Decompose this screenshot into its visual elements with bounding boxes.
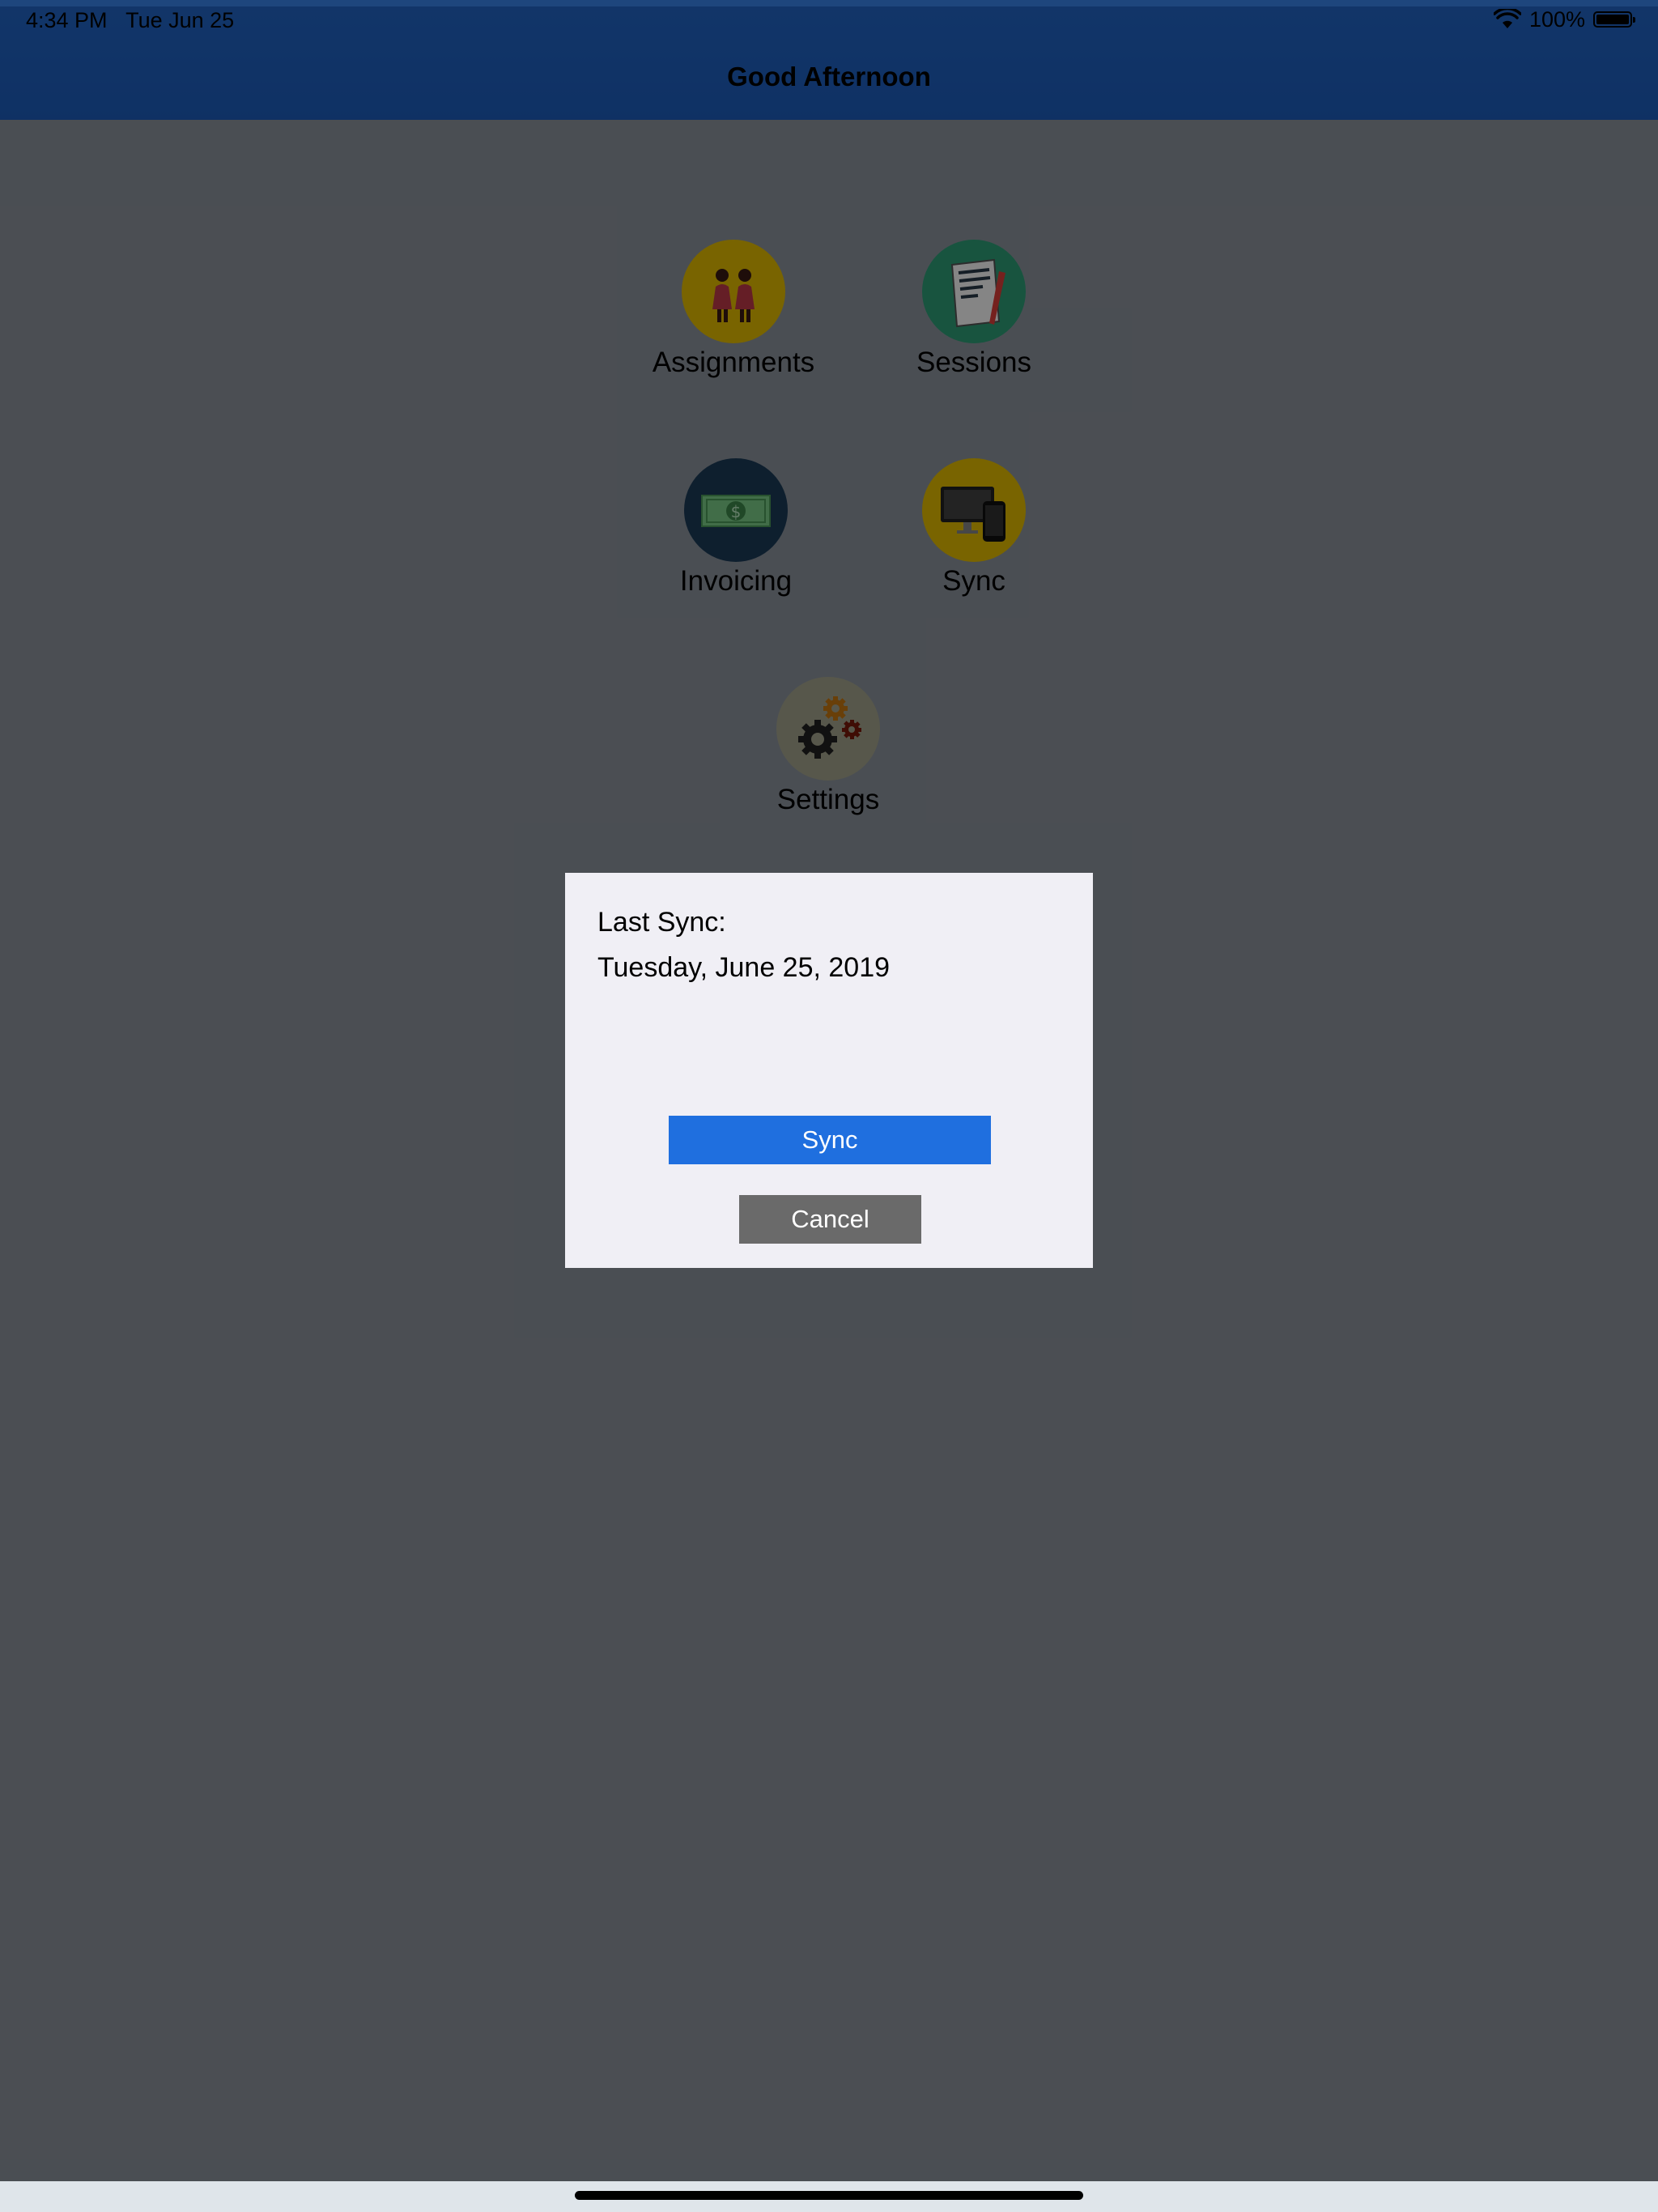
home-indicator[interactable]: [575, 2191, 1083, 2200]
last-sync-date: Tuesday, June 25, 2019: [597, 952, 891, 983]
sync-dialog: Last Sync: Tuesday, June 25, 2019 Sync C…: [565, 873, 1093, 1268]
last-sync-label: Last Sync:: [597, 907, 726, 938]
cancel-button[interactable]: Cancel: [739, 1195, 921, 1244]
sync-button[interactable]: Sync: [669, 1116, 991, 1164]
